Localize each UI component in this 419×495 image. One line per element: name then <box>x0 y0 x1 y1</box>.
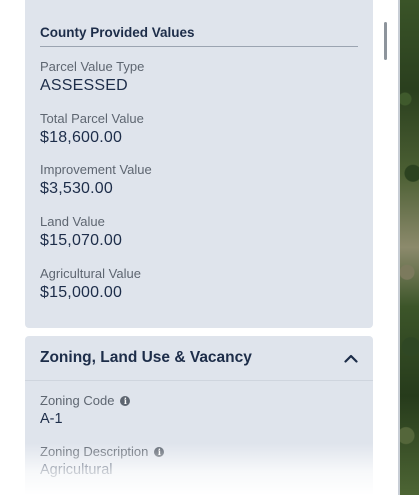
field-label-row: Zoning Description i <box>40 443 358 460</box>
field-parcel-value-type: Parcel Value Type ASSESSED <box>40 58 358 110</box>
info-icon[interactable]: i <box>154 446 165 457</box>
divider <box>40 46 358 47</box>
chevron-up-icon[interactable] <box>344 351 358 365</box>
county-values-card: County Provided Values Parcel Value Type… <box>25 0 373 328</box>
field-value: Agricultural <box>40 462 113 478</box>
field-label: Parcel Value Type <box>40 59 145 74</box>
field-improvement-value: Improvement Value $3,530.00 <box>40 161 358 213</box>
field-agricultural-value: Agricultural Value $15,000.00 <box>40 265 358 317</box>
field-land-value: Land Value $15,070.00 <box>40 213 358 265</box>
zoning-section-body: Zoning Code i A-1 Zoning Description i A… <box>25 381 373 494</box>
field-value: $3,530.00 <box>40 180 113 198</box>
field-label: Zoning Code <box>40 393 115 408</box>
zoning-card: Zoning, Land Use & Vacancy Zoning Code i… <box>25 336 373 495</box>
field-total-parcel-value: Total Parcel Value $18,600.00 <box>40 110 358 162</box>
info-icon[interactable]: i <box>120 395 131 406</box>
section-title-zoning: Zoning, Land Use & Vacancy <box>40 349 252 366</box>
field-zoning-code: Zoning Code i A-1 <box>40 392 358 443</box>
field-label: Land Value <box>40 214 105 230</box>
field-label: Zoning Description <box>40 444 149 459</box>
parcel-details-panel: County Provided Values Parcel Value Type… <box>0 0 400 495</box>
field-label: Total Parcel Value <box>40 110 144 126</box>
satellite-map[interactable] <box>399 0 419 495</box>
field-value: ASSESSED <box>40 77 128 94</box>
field-label: Agricultural Value <box>40 265 141 281</box>
field-value: $18,600.00 <box>40 128 123 146</box>
field-value: $15,000.00 <box>40 283 123 301</box>
section-title-county-values: County Provided Values <box>40 25 195 40</box>
zoning-section-header[interactable]: Zoning, Land Use & Vacancy <box>25 336 373 381</box>
field-value: $15,070.00 <box>40 232 123 250</box>
field-zoning-description: Zoning Description i Agricultural <box>40 443 358 494</box>
field-label: Improvement Value <box>40 162 152 178</box>
field-label-row: Zoning Code i <box>40 392 358 409</box>
field-value: A-1 <box>40 411 63 427</box>
scrollbar-thumb[interactable] <box>384 22 387 60</box>
